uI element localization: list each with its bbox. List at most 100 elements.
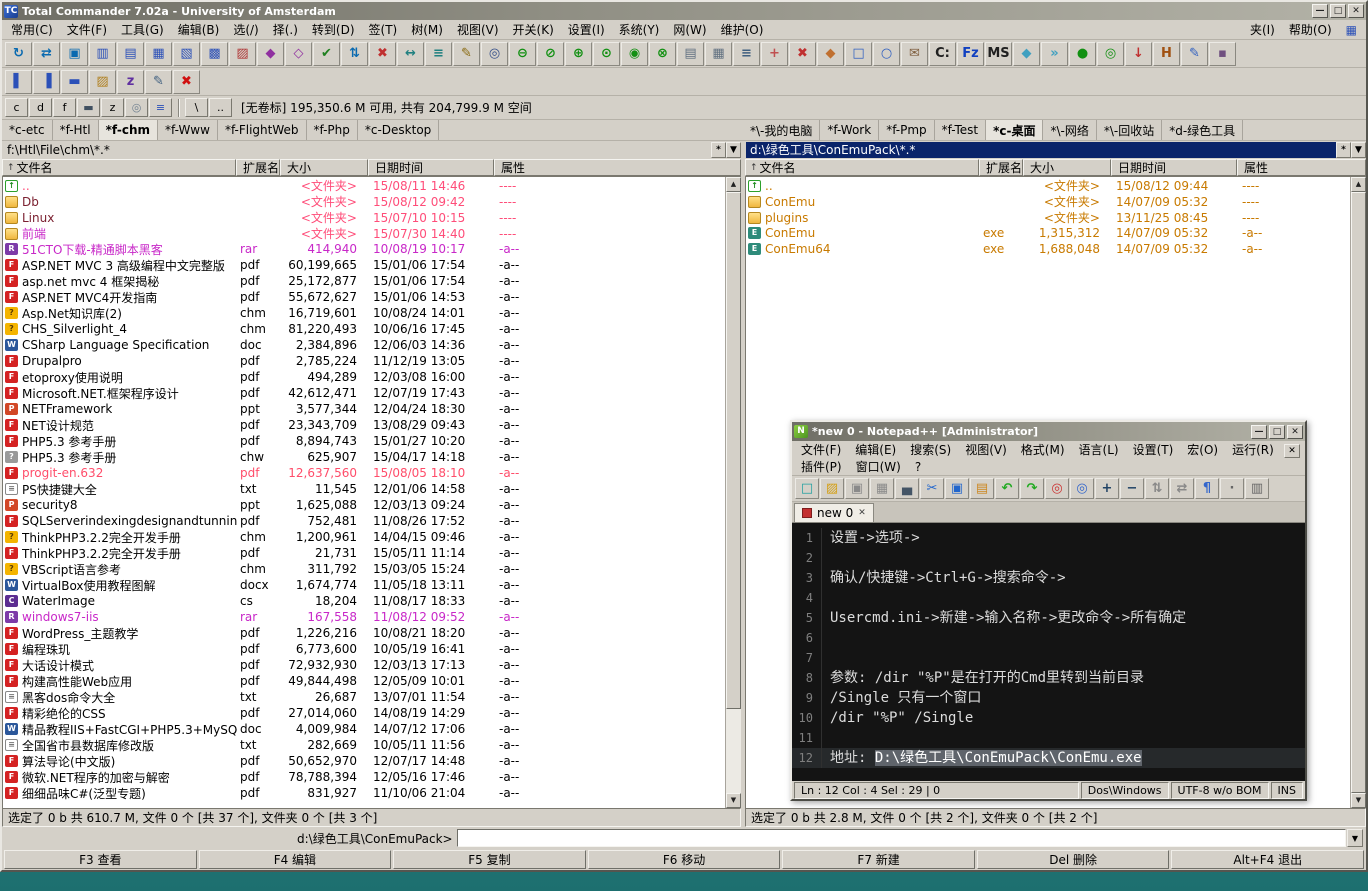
scroll-down-icon[interactable]: ▼ <box>1351 793 1366 808</box>
VBScript语言参考[interactable]: VBScript语言参考 chm 311,792 15/03/05 15:24 … <box>3 561 725 577</box>
security8[interactable]: security8 ppt 1,625,088 12/03/13 09:24 -… <box>3 497 725 513</box>
editor-area[interactable]: 1 设置->选项-> 2 3 确认/快捷键->Ctrl+G->搜索命令-> 4 … <box>792 523 1305 781</box>
menu-item[interactable]: 维护(O) <box>714 19 771 40</box>
scroll-up-icon[interactable]: ▲ <box>1351 177 1366 192</box>
find-icon[interactable]: ◎ <box>1045 478 1069 499</box>
history-button[interactable]: ▼ <box>726 142 741 158</box>
menu-item[interactable]: 常用(C) <box>4 19 60 40</box>
word-wrap-icon[interactable]: ¶ <box>1195 478 1219 499</box>
Linux[interactable]: Linux <文件夹> 15/07/10 10:15 ---- <box>3 209 725 225</box>
menu-item[interactable]: 网(W) <box>666 19 713 40</box>
target-icon[interactable]: ◉ <box>621 42 648 66</box>
tree-view-icon[interactable]: ▦ <box>145 42 172 66</box>
folder-tab[interactable]: *f-Php <box>307 120 358 140</box>
left-panel-icon[interactable]: ▌ <box>5 70 32 94</box>
f3-view-button[interactable]: F3 查看 <box>4 850 197 869</box>
ASP.NET MVC 3 高级编程中文完整版[interactable]: ASP.NET MVC 3 高级编程中文完整版 pdf 60,199,665 1… <box>3 257 725 273</box>
menu-item[interactable]: 设置(T) <box>1126 439 1181 460</box>
menu-item[interactable]: 工具(G) <box>114 19 171 40</box>
floppy-drive-icon[interactable]: ▬ <box>77 98 100 117</box>
doc-map-icon[interactable]: ▥ <box>1245 478 1269 499</box>
menu-item[interactable]: 文件(F) <box>60 19 114 40</box>
dos-icon[interactable]: MS <box>985 42 1012 66</box>
tc-titlebar[interactable]: TC Total Commander 7.02a - University of… <box>2 2 1366 20</box>
download-icon[interactable]: ↓ <box>1125 42 1152 66</box>
run-icon[interactable]: ⊕ <box>565 42 592 66</box>
paste-icon[interactable]: ▤ <box>970 478 994 499</box>
right-panel-icon[interactable]: ▐ <box>33 70 60 94</box>
refresh-icon[interactable]: ↻ <box>5 42 32 66</box>
settings-icon[interactable]: ✎ <box>145 70 172 94</box>
VirtualBox使用教程图解[interactable]: VirtualBox使用教程图解 docx 1,674,774 11/05/18… <box>3 577 725 593</box>
stop-icon[interactable]: ⊖ <box>509 42 536 66</box>
favorites-button[interactable]: * <box>711 142 726 158</box>
multi-rename-icon[interactable]: ✎ <box>453 42 480 66</box>
swap-panels-icon[interactable]: ⇄ <box>33 42 60 66</box>
..[interactable]: .. <文件夹> 15/08/11 14:46 ---- <box>3 177 725 193</box>
del-delete-button[interactable]: Del 删除 <box>977 850 1170 869</box>
horizontal-panels-icon[interactable]: ▬ <box>61 70 88 94</box>
..[interactable]: .. <文件夹> 15/08/12 09:44 ---- <box>746 177 1350 193</box>
menu-logo-icon[interactable]: ▦ <box>1339 21 1364 39</box>
sync-dirs-icon[interactable]: ↔ <box>397 42 424 66</box>
menu-item[interactable]: 签(T) <box>362 19 405 40</box>
history-button[interactable]: ▼ <box>1351 142 1366 158</box>
CSharp Language Specification[interactable]: CSharp Language Specification doc 2,384,… <box>3 337 725 353</box>
copy-icon[interactable]: ▣ <box>945 478 969 499</box>
plugins[interactable]: plugins <文件夹> 13/11/25 08:45 ---- <box>746 209 1350 225</box>
new-file-icon[interactable]: □ <box>795 478 819 499</box>
scrollbar-thumb[interactable] <box>726 192 741 709</box>
minimize-button[interactable]: — <box>1251 425 1267 439</box>
cmd-icon[interactable]: C: <box>929 42 956 66</box>
sync-vertical-icon[interactable]: ⇅ <box>1145 478 1169 499</box>
column-header[interactable]: 扩展名 <box>979 159 1023 176</box>
NETFramework[interactable]: NETFramework ppt 3,577,344 12/04/24 18:3… <box>3 401 725 417</box>
drive-d-button[interactable]: d <box>29 98 52 117</box>
show-symbols-icon[interactable]: · <box>1220 478 1244 499</box>
save-file-icon[interactable]: ▣ <box>845 478 869 499</box>
ftp-disconnect-icon[interactable]: ✖ <box>369 42 396 66</box>
menu-close-icon[interactable]: ✕ <box>1284 444 1300 458</box>
cdrom-drive-icon[interactable]: ◎ <box>125 98 148 117</box>
column-header[interactable]: 大小 <box>1023 159 1111 176</box>
menu-item[interactable]: 运行(R) <box>1225 439 1281 460</box>
remove-tool-icon[interactable]: ✖ <box>789 42 816 66</box>
folder-tab[interactable]: *\-回收站 <box>1097 120 1162 140</box>
command-input[interactable] <box>457 829 1346 847</box>
Asp.Net知识库(2)[interactable]: Asp.Net知识库(2) chm 16,719,601 10/08/24 14… <box>3 305 725 321</box>
replace-icon[interactable]: ◎ <box>1070 478 1094 499</box>
PS快捷键大全[interactable]: PS快捷键大全 txt 11,545 12/01/06 14:58 -a-- <box>3 481 725 497</box>
folder-tab[interactable]: *f-Www <box>158 120 218 140</box>
pack-icon[interactable]: ◆ <box>257 42 284 66</box>
column-header[interactable]: 大小 <box>280 159 368 176</box>
favorites-button[interactable]: * <box>1336 142 1351 158</box>
menu-item[interactable]: 窗口(W) <box>849 456 908 477</box>
f6-move-button[interactable]: F6 移动 <box>588 850 781 869</box>
undo-icon[interactable]: ↶ <box>995 478 1019 499</box>
column-header[interactable]: ↑文件名 <box>2 159 236 176</box>
folder-tab[interactable]: *f-FlightWeb <box>218 120 307 140</box>
NET设计规范[interactable]: NET设计规范 pdf 23,343,709 13/08/29 09:43 -a… <box>3 417 725 433</box>
add-tool-icon[interactable]: + <box>761 42 788 66</box>
menu-item[interactable]: 宏(O) <box>1180 439 1225 460</box>
altf4-exit-button[interactable]: Alt+F4 退出 <box>1171 850 1364 869</box>
menu-item[interactable]: 夹(I) <box>1243 19 1282 40</box>
ASP.NET MVC4开发指南[interactable]: ASP.NET MVC4开发指南 pdf 55,672,627 15/01/06… <box>3 289 725 305</box>
menu-item[interactable]: 开关(K) <box>506 19 561 40</box>
power-icon[interactable]: ⊙ <box>593 42 620 66</box>
编程珠玑[interactable]: 编程珠玑 pdf 6,773,600 10/05/19 16:41 -a-- <box>3 641 725 657</box>
print-icon[interactable]: ▄ <box>895 478 919 499</box>
editor-icon[interactable]: ✎ <box>1181 42 1208 66</box>
maximize-button[interactable]: □ <box>1330 4 1346 18</box>
SQLServerindexingdesignandtunning[interactable]: SQLServerindexingdesignandtunning pdf 75… <box>3 513 725 529</box>
tab-close-icon[interactable]: ✕ <box>858 509 866 518</box>
root-button[interactable]: \ <box>185 98 208 117</box>
ConEmu[interactable]: ConEmu <文件夹> 14/07/09 05:32 ---- <box>746 193 1350 209</box>
notes-icon[interactable]: ▤ <box>677 42 704 66</box>
ConEmu64[interactable]: ConEmu64 exe 1,688,048 14/07/09 05:32 -a… <box>746 241 1350 257</box>
scroll-down-icon[interactable]: ▼ <box>726 793 741 808</box>
menu-item[interactable]: 编辑(B) <box>171 19 227 40</box>
document-tab[interactable]: new 0 ✕ <box>794 503 874 522</box>
globe-icon[interactable]: ● <box>1069 42 1096 66</box>
go-icon[interactable]: ⊗ <box>649 42 676 66</box>
